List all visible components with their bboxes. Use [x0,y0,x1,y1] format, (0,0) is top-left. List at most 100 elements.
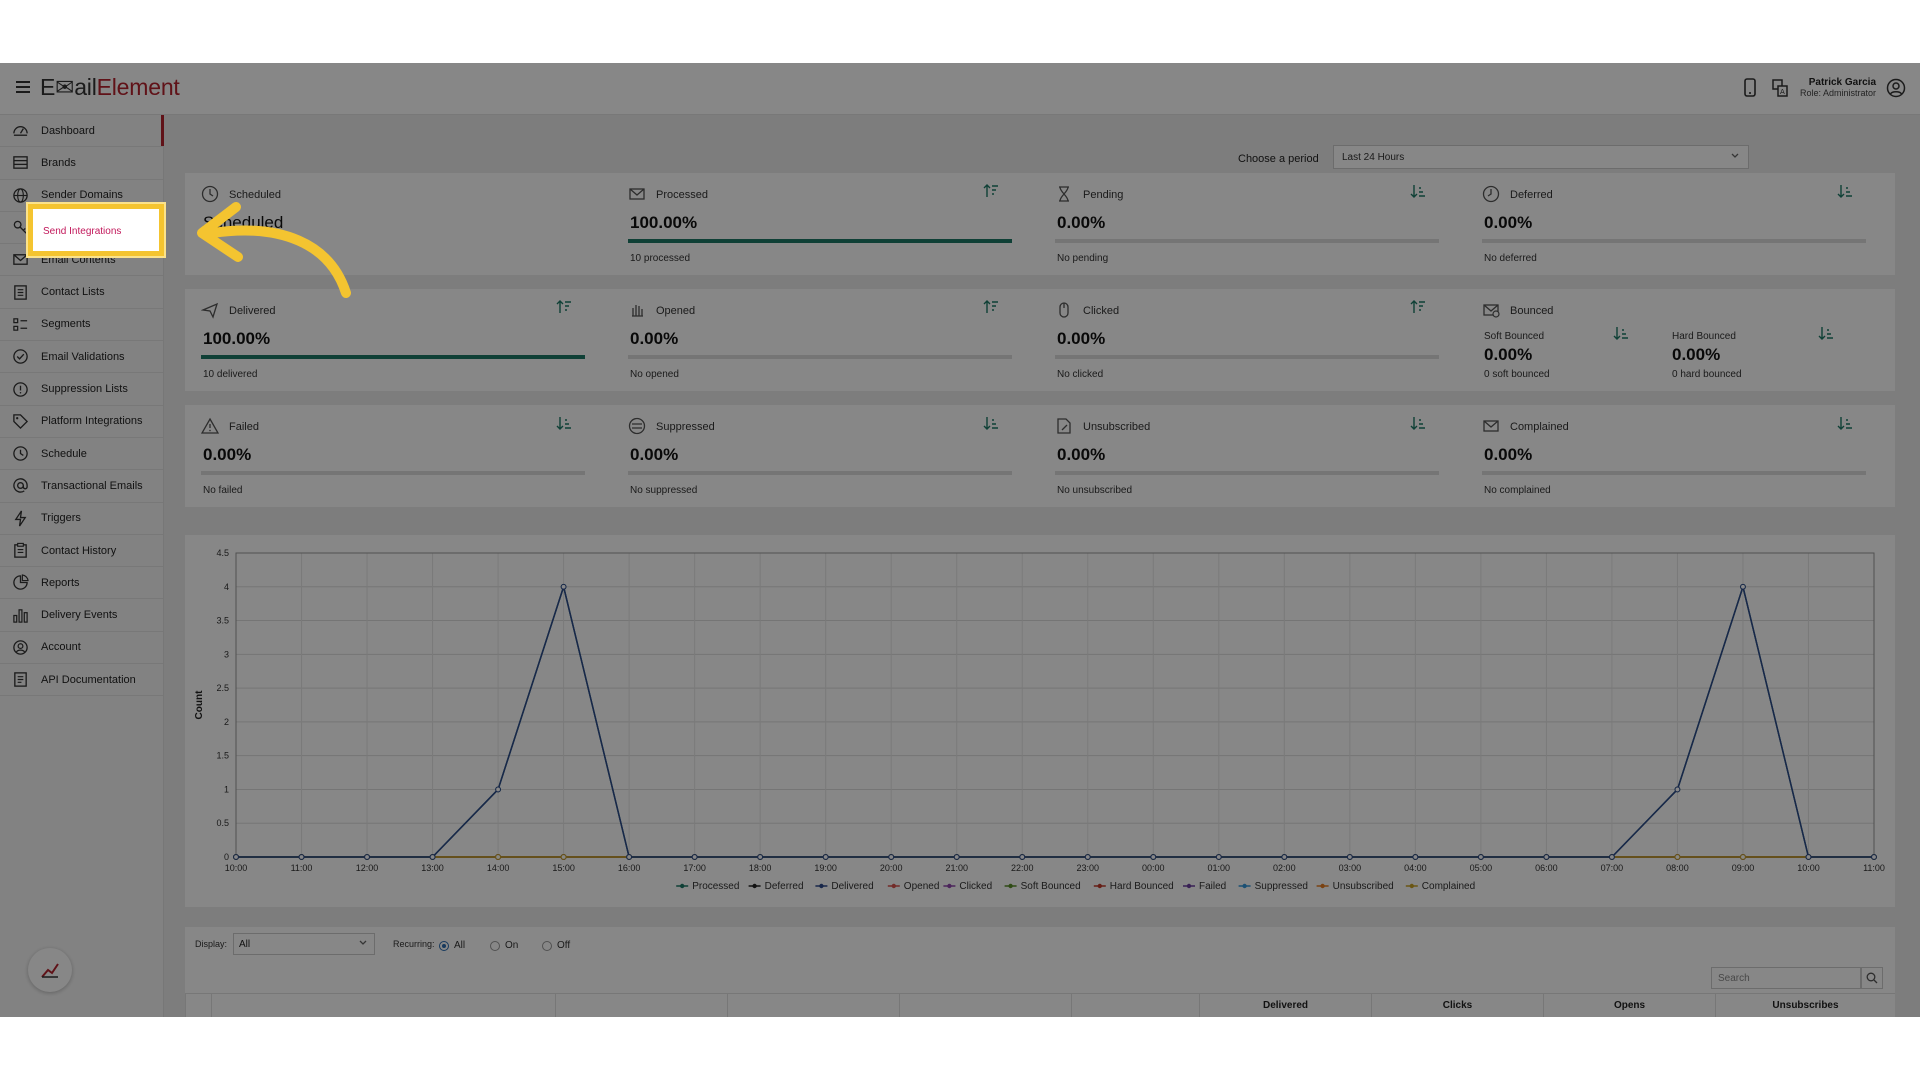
stats-row-3: Failed 0.00% No failed Suppressed 0.00% … [185,405,1895,507]
user-info[interactable]: Patrick Garcia Role: Administrator [1799,77,1876,99]
mobile-icon[interactable] [1740,77,1760,99]
card-subtext: No clicked [1057,369,1104,380]
table-column-header[interactable] [1071,994,1199,1017]
user-name: Patrick Garcia [1808,77,1876,88]
table-column-header[interactable] [211,994,555,1017]
table-column-header[interactable]: Unsubscribes [1715,994,1895,1017]
sidebar-item-triggers[interactable]: Triggers [0,503,163,535]
search-input[interactable] [1711,967,1861,989]
sidebar-item-contact-history[interactable]: Contact History [0,535,163,568]
table-column-header[interactable] [899,994,1071,1017]
table-column-header[interactable]: Clicks [1371,994,1543,1017]
sort-asc-icon[interactable] [983,415,999,431]
period-select[interactable]: Last 24 Hours [1333,145,1749,169]
sort-asc-icon[interactable] [1410,183,1426,199]
x-tick-label: 11:00 [1863,863,1885,873]
radio-label: On [505,940,519,951]
sidebar-item-email-validations[interactable]: Email Validations [0,341,163,374]
data-point-delivered [1543,854,1550,860]
hard-bounced-title: Hard Bounced [1672,331,1736,342]
card-title: Clicked [1083,305,1120,317]
progress-bar [1482,239,1866,243]
card-title: Failed [229,421,259,433]
display-select-value: All [239,939,251,950]
legend-marker-hard-bounced [1097,883,1102,889]
data-point-delivered [1871,854,1877,860]
sort-desc-icon[interactable] [983,183,999,199]
sidebar-item-platform-integrations[interactable]: Platform Integrations [0,406,163,438]
sort-desc-icon[interactable] [1410,299,1426,315]
sort-asc-icon[interactable] [1818,325,1834,341]
y-tick-label: 3 [224,649,229,659]
x-tick-label: 06:00 [1535,863,1558,873]
data-point-delivered [495,786,501,793]
sort-asc-icon[interactable] [1837,415,1853,431]
sidebar-item-reports[interactable]: Reports [0,567,163,600]
sidebar-item-delivery-events[interactable]: Delivery Events [0,599,163,632]
key-icon [13,220,27,234]
alert-circle-icon [13,381,28,397]
sidebar-item-brands[interactable]: Brands [0,147,163,180]
x-tick-label: 11:00 [291,863,313,873]
pie-icon [13,574,29,591]
app-window: E✉ailElement A Patrick Garcia Role: Admi… [0,63,1920,1017]
sidebar-item-suppression-lists[interactable]: Suppression Lists [0,373,163,406]
card-subtext: 10 delivered [203,369,258,380]
y-tick-label: 0 [224,852,229,862]
progress-bar [1055,471,1439,475]
y-tick-label: 0.5 [216,818,229,828]
sidebar-item-segments[interactable]: Segments [0,309,163,342]
sort-asc-icon[interactable] [556,415,572,431]
legend-marker-opened [891,883,896,889]
user-avatar-icon[interactable] [1886,78,1906,98]
brands-icon [13,156,28,170]
sidebar-item-label: Email Validations [41,350,125,363]
x-tick-label: 14:00 [487,863,510,873]
legend-marker-soft-bounced [1008,883,1013,889]
recurring-radio-off[interactable]: Off [542,940,570,951]
progress-fill [628,239,1012,243]
sidebar-item-dashboard[interactable]: Dashboard [0,115,164,148]
period-select-value: Last 24 Hours [1342,152,1405,163]
table-column-header[interactable]: Delivered [1199,994,1371,1017]
recurring-radio-on[interactable]: On [490,940,518,951]
translate-icon[interactable]: A [1770,77,1790,99]
x-tick-label: 22:00 [1011,863,1034,873]
sidebar-item-account[interactable]: Account [0,632,163,665]
card-value: 0.00% [1057,213,1106,232]
progress-bar [1055,239,1439,243]
sidebar-item-label: Brands [41,156,76,169]
table-column-header[interactable] [555,994,727,1017]
x-tick-label: 09:00 [1732,863,1755,873]
legend-marker-clicked [947,883,952,889]
warning-icon [201,417,219,434]
sort-asc-icon[interactable] [1410,415,1426,431]
x-tick-label: 08:00 [1666,863,1689,873]
table-column-header[interactable]: Opens [1543,994,1715,1017]
x-tick-label: 03:00 [1339,863,1362,873]
card-value: 0.00% [1484,213,1533,232]
help-button[interactable] [28,948,72,992]
sidebar-item-transactional-emails[interactable]: Transactional Emails [0,470,163,503]
card-subtext: No failed [203,485,243,496]
card-title: Opened [656,305,696,317]
user-role: Role: Administrator [1799,88,1876,98]
highlight-send-integrations[interactable]: Send Integrations [28,204,164,256]
data-point-delivered [1281,854,1288,860]
sidebar-item-api-documentation[interactable]: API Documentation [0,664,163,697]
menu-icon[interactable] [16,81,30,93]
display-select[interactable]: All [233,933,375,955]
table-column-header[interactable] [727,994,899,1017]
sidebar-item-contact-lists[interactable]: Contact Lists [0,276,163,309]
recurring-radio-all[interactable]: All [439,940,465,951]
card-subtext: No pending [1057,253,1109,264]
sort-desc-icon[interactable] [556,299,572,315]
table-column-header[interactable] [185,994,211,1017]
sort-asc-icon[interactable] [1837,183,1853,199]
sidebar-item-schedule[interactable]: Schedule [0,438,163,471]
sort-asc-icon[interactable] [1613,325,1629,341]
send-icon [201,302,219,319]
search-button[interactable] [1861,967,1883,989]
sort-desc-icon[interactable] [983,299,999,315]
app-logo[interactable]: E✉ailElement [40,74,180,101]
